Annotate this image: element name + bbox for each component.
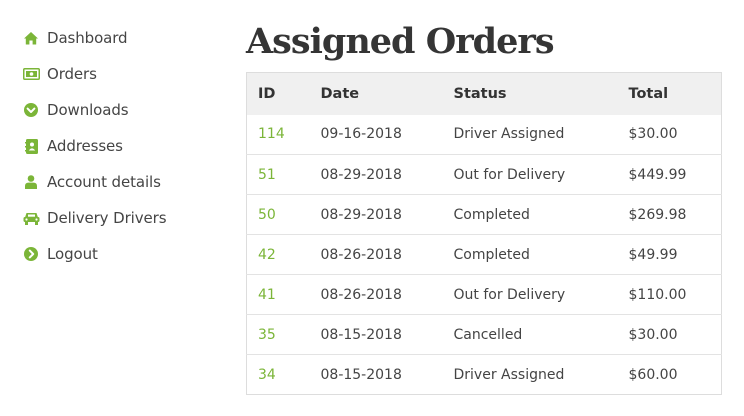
order-id-cell: 41 [246, 274, 310, 315]
nav-item-dashboard[interactable]: Dashboard [22, 20, 222, 56]
order-status-cell: Cancelled [442, 314, 618, 355]
table-row: 50 08-29-2018 Completed $269.98 [246, 194, 722, 235]
order-total-cell: $30.00 [628, 126, 678, 143]
nav-label: Addresses [47, 137, 123, 155]
order-id-link[interactable]: 41 [258, 287, 276, 303]
user-icon [22, 173, 40, 191]
order-total-cell: $60.00 [617, 354, 722, 395]
order-status-cell: Completed [442, 194, 618, 235]
nav-label: Orders [47, 65, 97, 83]
table-row: 114 09-16-2018 Driver Assigned $30.00 [247, 115, 722, 155]
money-icon [22, 65, 40, 83]
orders-table: ID Date Status Total 114 09-16-2018 Driv… [246, 72, 722, 395]
order-status-cell: Out for Delivery [442, 274, 618, 315]
column-header-id: ID [246, 72, 310, 115]
nav-label: Logout [47, 245, 98, 263]
nav-label: Downloads [47, 101, 129, 119]
order-id-link[interactable]: 50 [258, 207, 276, 223]
order-status-cell: Driver Assigned [453, 126, 565, 143]
table-row: 35 08-15-2018 Cancelled $30.00 [246, 314, 722, 355]
column-header-total: Total [617, 72, 722, 115]
nav-item-delivery-drivers[interactable]: Delivery Drivers [22, 200, 222, 236]
order-status-cell: Driver Assigned [442, 354, 618, 395]
order-date-cell: 08-26-2018 [309, 274, 443, 315]
table-row: 51 08-29-2018 Out for Delivery $449.99 [246, 154, 722, 195]
order-total-cell: $110.00 [617, 274, 722, 315]
order-date-cell: 08-29-2018 [309, 194, 443, 235]
logout-arrow-icon [22, 245, 40, 263]
order-id-link[interactable]: 51 [258, 167, 276, 183]
car-icon [22, 209, 40, 227]
nav-item-account-details[interactable]: Account details [22, 164, 222, 200]
column-header-status: Status [442, 72, 618, 115]
main-content: Assigned Orders ID Date Status Total 114… [246, 16, 722, 395]
download-circle-icon [22, 101, 40, 119]
order-id-cell: 50 [246, 194, 310, 235]
nav-item-addresses[interactable]: Addresses [22, 128, 222, 164]
order-status-cell: Completed [442, 234, 618, 275]
order-total-cell: $449.99 [617, 154, 722, 195]
order-date-cell: 08-15-2018 [309, 354, 443, 395]
table-row: 34 08-15-2018 Driver Assigned $60.00 [246, 354, 722, 395]
order-total-cell: $49.99 [617, 234, 722, 275]
order-id-link[interactable]: 34 [258, 367, 276, 383]
table-header-row: ID Date Status Total [246, 72, 722, 115]
nav-label: Delivery Drivers [47, 209, 167, 227]
order-total-cell: $30.00 [617, 314, 722, 355]
order-id-link[interactable]: 42 [258, 247, 276, 263]
order-id-cell: 114 [247, 115, 310, 155]
order-id-link[interactable]: 35 [258, 327, 276, 343]
order-status-cell: Out for Delivery [442, 154, 618, 195]
order-id-link[interactable]: 114 [258, 126, 285, 142]
table-row: 41 08-26-2018 Out for Delivery $110.00 [246, 274, 722, 315]
order-id-cell: 35 [246, 314, 310, 355]
account-navigation: Dashboard Orders Downloads Addresses Acc… [22, 20, 222, 272]
nav-item-orders[interactable]: Orders [22, 56, 222, 92]
nav-item-downloads[interactable]: Downloads [22, 92, 222, 128]
order-id-cell: 42 [246, 234, 310, 275]
nav-item-logout[interactable]: Logout [22, 236, 222, 272]
column-header-date: Date [309, 72, 443, 115]
order-date-cell: 09-16-2018 [320, 126, 402, 143]
order-id-cell: 34 [246, 354, 310, 395]
table-row: 42 08-26-2018 Completed $49.99 [246, 234, 722, 275]
home-icon [22, 29, 40, 47]
page-title: Assigned Orders [246, 21, 555, 62]
order-date-cell: 08-29-2018 [309, 154, 443, 195]
address-book-icon [22, 137, 40, 155]
order-id-cell: 51 [246, 154, 310, 195]
nav-label: Account details [47, 173, 161, 191]
nav-label: Dashboard [47, 29, 128, 47]
order-date-cell: 08-26-2018 [309, 234, 443, 275]
order-total-cell: $269.98 [617, 194, 722, 235]
order-date-cell: 08-15-2018 [309, 314, 443, 355]
